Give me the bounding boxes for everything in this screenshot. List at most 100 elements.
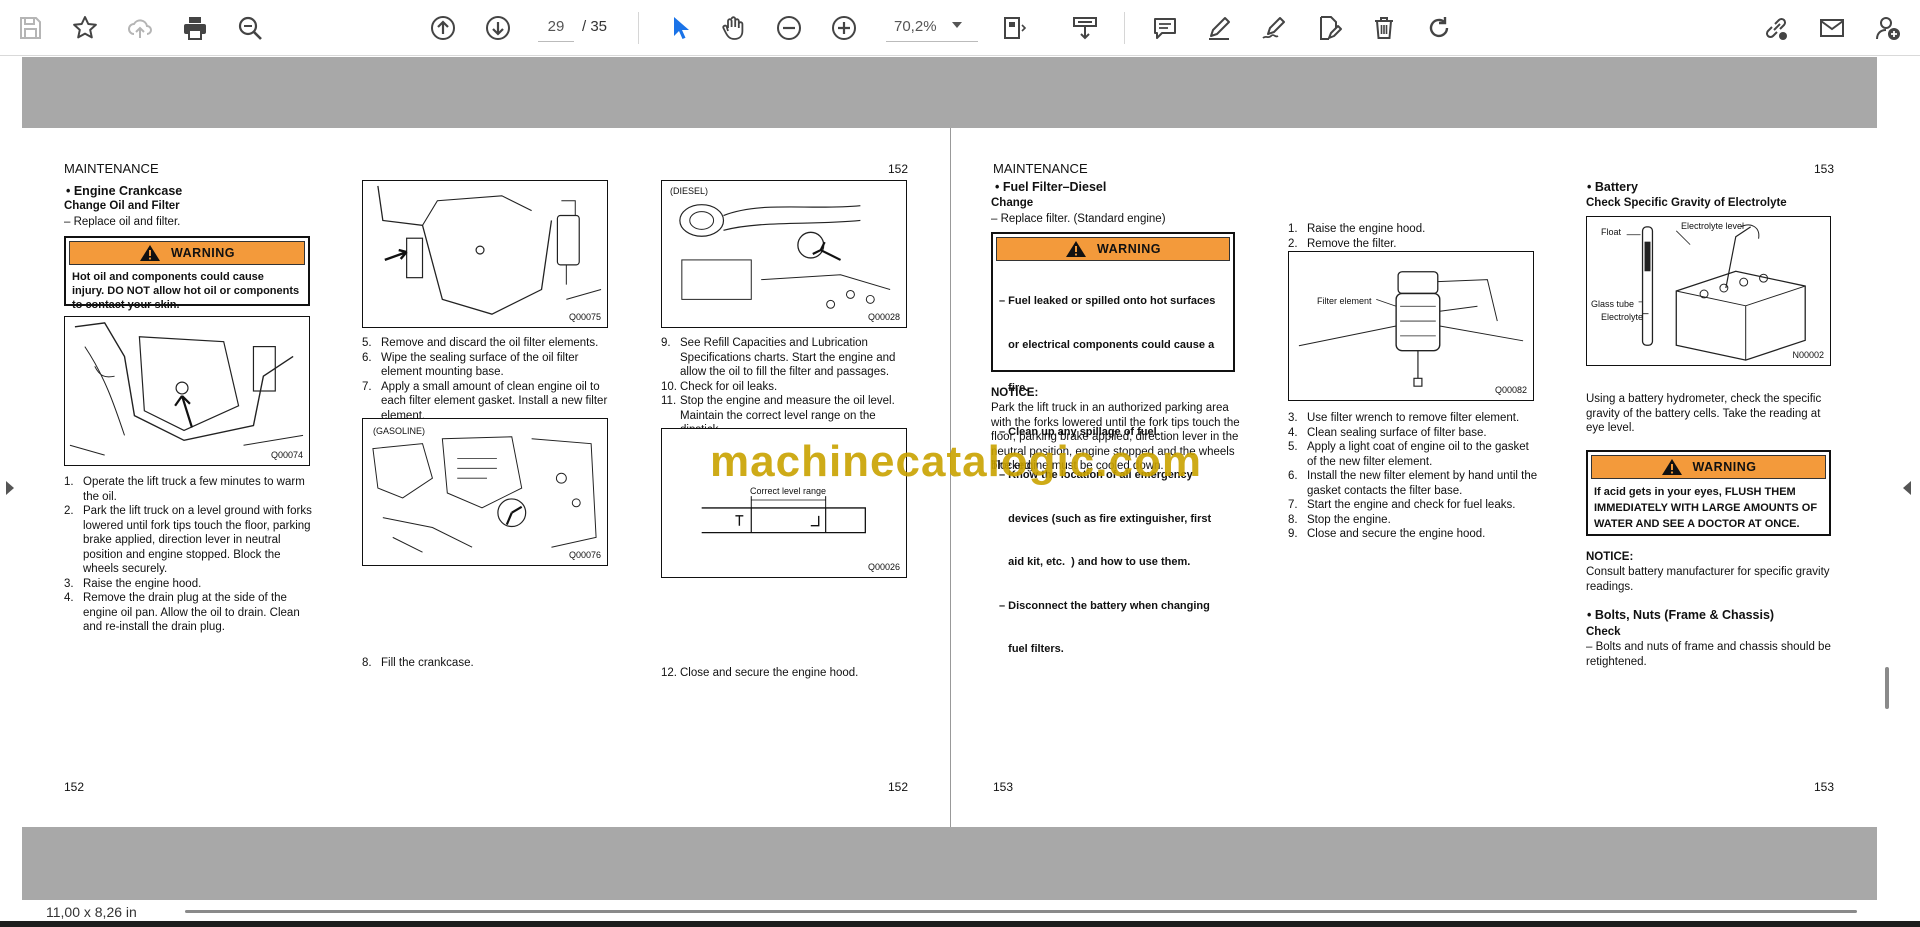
delete-icon[interactable]	[1366, 10, 1402, 46]
zoom-out-search-icon[interactable]	[232, 10, 268, 46]
zoom-in-icon[interactable]	[826, 10, 862, 46]
figure-code: Q00074	[270, 449, 303, 460]
zoom-out-icon[interactable]	[771, 10, 807, 46]
draw-icon[interactable]	[1256, 10, 1292, 46]
edit-text-icon[interactable]	[1311, 10, 1347, 46]
step-item: 8. Stop the engine.	[1288, 513, 1538, 528]
warning-header: WARNING	[69, 241, 305, 265]
figure-code: Q00028	[867, 311, 900, 322]
page-gap-bottom	[22, 827, 1877, 900]
step-item: 2. Remove the filter.	[1288, 237, 1538, 252]
scroll-mode-icon[interactable]	[1067, 10, 1103, 46]
section-subtitle: Change Oil and Filter	[64, 200, 180, 212]
step-number: 6.	[1288, 470, 1298, 482]
steps-list-3: 9. See Refill Capacities and Lubrication …	[661, 336, 911, 438]
gasoline-engine-illustration	[372, 436, 597, 553]
step-number: 8.	[362, 657, 372, 669]
horizontal-scrollbar[interactable]	[185, 910, 1857, 913]
warning-line: If acid gets in your eyes, FLUSH THEM	[1594, 486, 1796, 498]
page-number-bottom-left: 153	[993, 780, 1014, 794]
page-up-icon[interactable]	[425, 10, 461, 46]
hand-pan-icon[interactable]	[716, 10, 752, 46]
bookmark-star-icon[interactable]	[67, 10, 103, 46]
warning-line: injury. DO NOT allow hot oil or componen…	[72, 285, 300, 297]
page-down-icon[interactable]	[480, 10, 516, 46]
page-number-bottom-left: 152	[64, 780, 85, 794]
step-number: 2.	[64, 505, 74, 517]
left-panel-toggle-icon[interactable]	[6, 481, 14, 495]
figure-fuel-filter: Filter element Q00082	[1288, 251, 1534, 401]
step-text: Operate the lift truck a few minutes to …	[83, 476, 305, 503]
page-total: / 35	[582, 18, 608, 35]
step-text: Install the new filter element by hand u…	[1307, 470, 1538, 497]
step-item: 6. Wipe the sealing surface of the oil fi…	[362, 351, 610, 380]
step-item: 2. Park the lift truck on a level ground …	[64, 504, 312, 577]
oil-pan-illustration	[69, 322, 304, 456]
figure-label: (GASOLINE)	[373, 426, 426, 436]
step-number: 4.	[64, 592, 74, 604]
warning-line: or electrical components could cause a	[999, 338, 1215, 351]
warning-line: to contact your skin.	[72, 299, 180, 311]
step-text: Fill the crankcase.	[381, 657, 474, 669]
section-note: – Replace filter. (Standard engine)	[991, 213, 1166, 225]
figure-code: N00002	[1792, 349, 1824, 360]
step-item: 3. Use filter wrench to remove filter ele…	[1288, 411, 1538, 426]
warning-line: WATER AND SEE A DOCTOR AT ONCE.	[1594, 518, 1800, 530]
zoom-level-select[interactable]	[886, 12, 978, 42]
save-icon[interactable]	[12, 10, 48, 46]
figure-gasoline-engine: (GASOLINE) Q00076	[362, 418, 608, 566]
step-item: 5. Remove and discard the oil filter elem…	[362, 336, 610, 351]
warning-line: fuel filters.	[999, 643, 1064, 655]
vertical-scrollbar-thumb[interactable]	[1885, 667, 1889, 709]
figure-label: Electrolyte level	[1681, 221, 1745, 231]
print-icon[interactable]	[177, 10, 213, 46]
warning-line: devices (such as fire extinguisher, firs…	[999, 512, 1212, 525]
step-text: Check for oil leaks.	[680, 380, 778, 393]
step-item: 1. Operate the lift truck a few minutes t…	[64, 475, 312, 504]
notice-text: Consult battery manufacturer for specifi…	[1586, 566, 1830, 593]
figure-code: Q00026	[867, 561, 900, 572]
step-text: Close and secure the engine hood.	[1307, 528, 1486, 540]
section-subtitle: Check Specific Gravity of Electrolyte	[1586, 197, 1787, 209]
warning-text: If acid gets in your eyes, FLUSH THEM IM…	[1588, 482, 1829, 536]
figure-code: Q00075	[568, 311, 601, 322]
toolbar: / 35	[0, 0, 1920, 56]
upload-cloud-icon[interactable]	[122, 10, 158, 46]
page-size-readout: 11,00 x 8,26 in	[46, 904, 137, 920]
share-link-icon[interactable]	[1758, 10, 1794, 46]
select-cursor-icon[interactable]	[662, 10, 698, 46]
page-number-input[interactable]	[538, 12, 574, 42]
step-item: 10. Check for oil leaks.	[661, 380, 911, 395]
page-fit-icon[interactable]	[996, 10, 1032, 46]
document-viewport[interactable]: MAINTENANCE 152 • Engine Crankcase Chang…	[0, 57, 1920, 900]
battery-hydrometer-illustration	[1626, 224, 1806, 361]
email-icon[interactable]	[1814, 10, 1850, 46]
right-panel-toggle-icon[interactable]	[1903, 481, 1911, 495]
step-text: Remove and discard the oil filter elemen…	[381, 337, 599, 349]
step-text: Clean sealing surface of filter base.	[1307, 426, 1487, 439]
page-number-bottom-right: 152	[888, 780, 909, 794]
figure-label: Float	[1601, 227, 1622, 237]
step-text: Stop the engine.	[1307, 513, 1391, 526]
warning-line: IMMEDIATELY WITH LARGE AMOUNTS OF	[1594, 502, 1818, 514]
steps-list-3b: 12. Close and secure the engine hood.	[661, 666, 911, 681]
warning-line: – Fuel leaked or spilled onto hot surfac…	[999, 295, 1216, 307]
step-text: See Refill Capacities and Lubrication Sp…	[680, 337, 896, 378]
step-text: Apply a light coat of engine oil to the …	[1307, 441, 1529, 468]
highlight-pen-icon[interactable]	[1201, 10, 1237, 46]
step-text: Wipe the sealing surface of the oil filt…	[381, 351, 579, 379]
chevron-down-icon[interactable]	[952, 22, 962, 28]
comment-icon[interactable]	[1147, 10, 1183, 46]
steps-list-fuel-b: 3. Use filter wrench to remove filter ele…	[1288, 411, 1538, 542]
step-number: 9.	[1288, 528, 1298, 540]
figure-diesel-engine: (DIESEL) Q00028	[661, 180, 907, 328]
section-title: • Battery	[1587, 180, 1638, 194]
warning-label: WARNING	[171, 245, 235, 260]
redo-icon[interactable]	[1421, 10, 1457, 46]
step-number: 6.	[362, 351, 372, 364]
steps-list-2b: 8. Fill the crankcase.	[362, 656, 610, 671]
figure-code: Q00076	[568, 549, 601, 560]
add-user-icon[interactable]	[1870, 10, 1906, 46]
step-item: 5. Apply a light coat of engine oil to th…	[1288, 440, 1538, 469]
step-number: 5.	[1288, 441, 1298, 453]
